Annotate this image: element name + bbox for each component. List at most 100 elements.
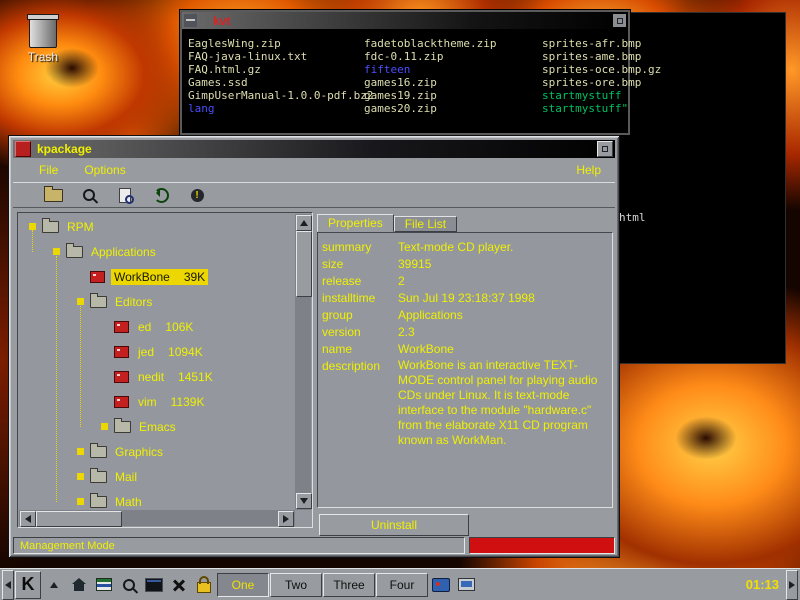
tree-item[interactable]: ed106K [19,314,295,339]
kvt-title: kvt [213,14,230,28]
terminal-output[interactable]: EaglesWing.zipfadetoblacktheme.zipsprite… [182,29,628,115]
menu-file[interactable]: File [39,163,58,177]
terminal-row: EaglesWing.zipfadetoblacktheme.zipsprite… [188,37,628,50]
property-row: groupApplications [322,307,608,324]
tree-item[interactable]: jed1094K [19,339,295,364]
arrow-right-icon [789,581,795,589]
panel-hide-right-button[interactable] [786,570,798,600]
kvt-titlebar[interactable]: kvt [182,12,628,29]
arrow-left-icon [5,581,11,589]
folder-icon [42,221,59,233]
menu-help[interactable]: Help [576,163,601,177]
maximize-button[interactable] [613,14,626,27]
property-row: nameWorkBone [322,341,608,358]
package-icon [114,396,129,408]
tree-item[interactable]: Math [19,489,295,510]
menu-options[interactable]: Options [84,163,125,177]
panel-hide-left-button[interactable] [2,570,14,600]
tree-item[interactable]: Emacs [19,414,295,439]
documents-button[interactable] [92,572,116,598]
trash-label: Trash [14,50,72,64]
window-menu-button[interactable] [15,141,31,157]
expander-icon[interactable] [101,423,108,430]
find-file-icon [119,188,131,203]
find-button[interactable] [117,572,141,598]
status-bar: Management Mode [13,537,615,554]
property-row: size39915 [322,256,608,273]
taskbar: K One Two Three Four 01:13 [0,568,800,600]
expander-icon[interactable] [53,248,60,255]
folder-icon [90,296,107,308]
detail-tabs: Properties File List [317,212,457,232]
toolbar [13,182,615,208]
tree-item[interactable]: RPM [19,214,295,239]
tree-item[interactable]: Mail [19,464,295,489]
find-package-button[interactable] [77,184,101,206]
klipper-icon [172,578,186,592]
folder-icon [114,421,131,433]
klipper-button[interactable] [167,572,191,598]
tab-properties[interactable]: Properties [317,214,394,232]
expander-icon[interactable] [77,473,84,480]
terminal-icon [145,578,163,592]
expander-icon[interactable] [77,498,84,505]
vertical-scrollbar[interactable] [295,214,311,510]
tree-item[interactable]: Graphics [19,439,295,464]
refresh-button[interactable] [149,184,173,206]
scrollbar-thumb[interactable] [36,511,122,527]
uninstall-button[interactable]: Uninstall [319,514,469,536]
taskbar-clock[interactable]: 01:13 [746,577,785,592]
find-file-button[interactable] [113,184,137,206]
stop-button[interactable] [185,184,209,206]
package-detail-panel: Properties File List summaryText-mode CD… [317,212,613,538]
kpackage-titlebar[interactable]: kpackage [13,140,615,158]
terminal-button[interactable] [142,572,166,598]
documents-icon [96,578,112,591]
maximize-button[interactable] [597,141,613,157]
arrow-left-icon [25,515,31,523]
window-list-button[interactable] [42,572,66,598]
display-applet-icon [458,578,475,591]
tree-item[interactable]: Applications [19,239,295,264]
home-button[interactable] [67,572,91,598]
horizontal-scrollbar[interactable] [19,510,295,526]
window-title: kpackage [37,142,92,156]
refresh-icon [154,188,169,203]
arrow-right-icon [283,515,289,523]
expander-icon[interactable] [29,223,36,230]
scroll-down-button[interactable] [296,493,312,509]
package-tree[interactable]: RPM Applications WorkBone39K Editors ed1… [19,214,295,510]
lock-screen-button[interactable] [192,572,216,598]
workspace-two-button[interactable]: Two [270,573,322,597]
tree-item[interactable]: vim1139K [19,389,295,414]
open-button[interactable] [41,184,65,206]
scroll-up-button[interactable] [296,215,312,231]
k-menu-icon: K [22,574,35,595]
background-terminal-text: html [619,211,646,224]
window-menu-button[interactable] [184,14,197,27]
paint-applet-button[interactable] [429,572,453,598]
search-icon [83,189,95,201]
tree-item-selected[interactable]: WorkBone39K [19,264,295,289]
property-row: version2.3 [322,324,608,341]
expander-icon[interactable] [77,448,84,455]
kvt-terminal-window[interactable]: kvt EaglesWing.zipfadetoblacktheme.zipsp… [180,10,630,135]
workspace-three-button[interactable]: Three [323,573,375,597]
property-row: installtimeSun Jul 19 23:18:37 1998 [322,290,608,307]
k-menu-button[interactable]: K [15,571,41,599]
trash-icon[interactable]: Trash [14,12,72,64]
tree-item[interactable]: nedit1451K [19,364,295,389]
property-row: summaryText-mode CD player. [322,239,608,256]
scrollbar-thumb[interactable] [296,231,312,297]
progress-bar [469,537,615,554]
workspace-four-button[interactable]: Four [376,573,428,597]
scroll-left-button[interactable] [20,511,36,527]
expander-icon[interactable] [77,298,84,305]
tree-item[interactable]: Editors [19,289,295,314]
tab-file-list[interactable]: File List [394,216,457,232]
folder-icon [90,496,107,508]
scroll-right-button[interactable] [278,511,294,527]
display-applet-button[interactable] [454,572,478,598]
folder-icon [66,246,83,258]
workspace-one-button[interactable]: One [217,573,269,597]
